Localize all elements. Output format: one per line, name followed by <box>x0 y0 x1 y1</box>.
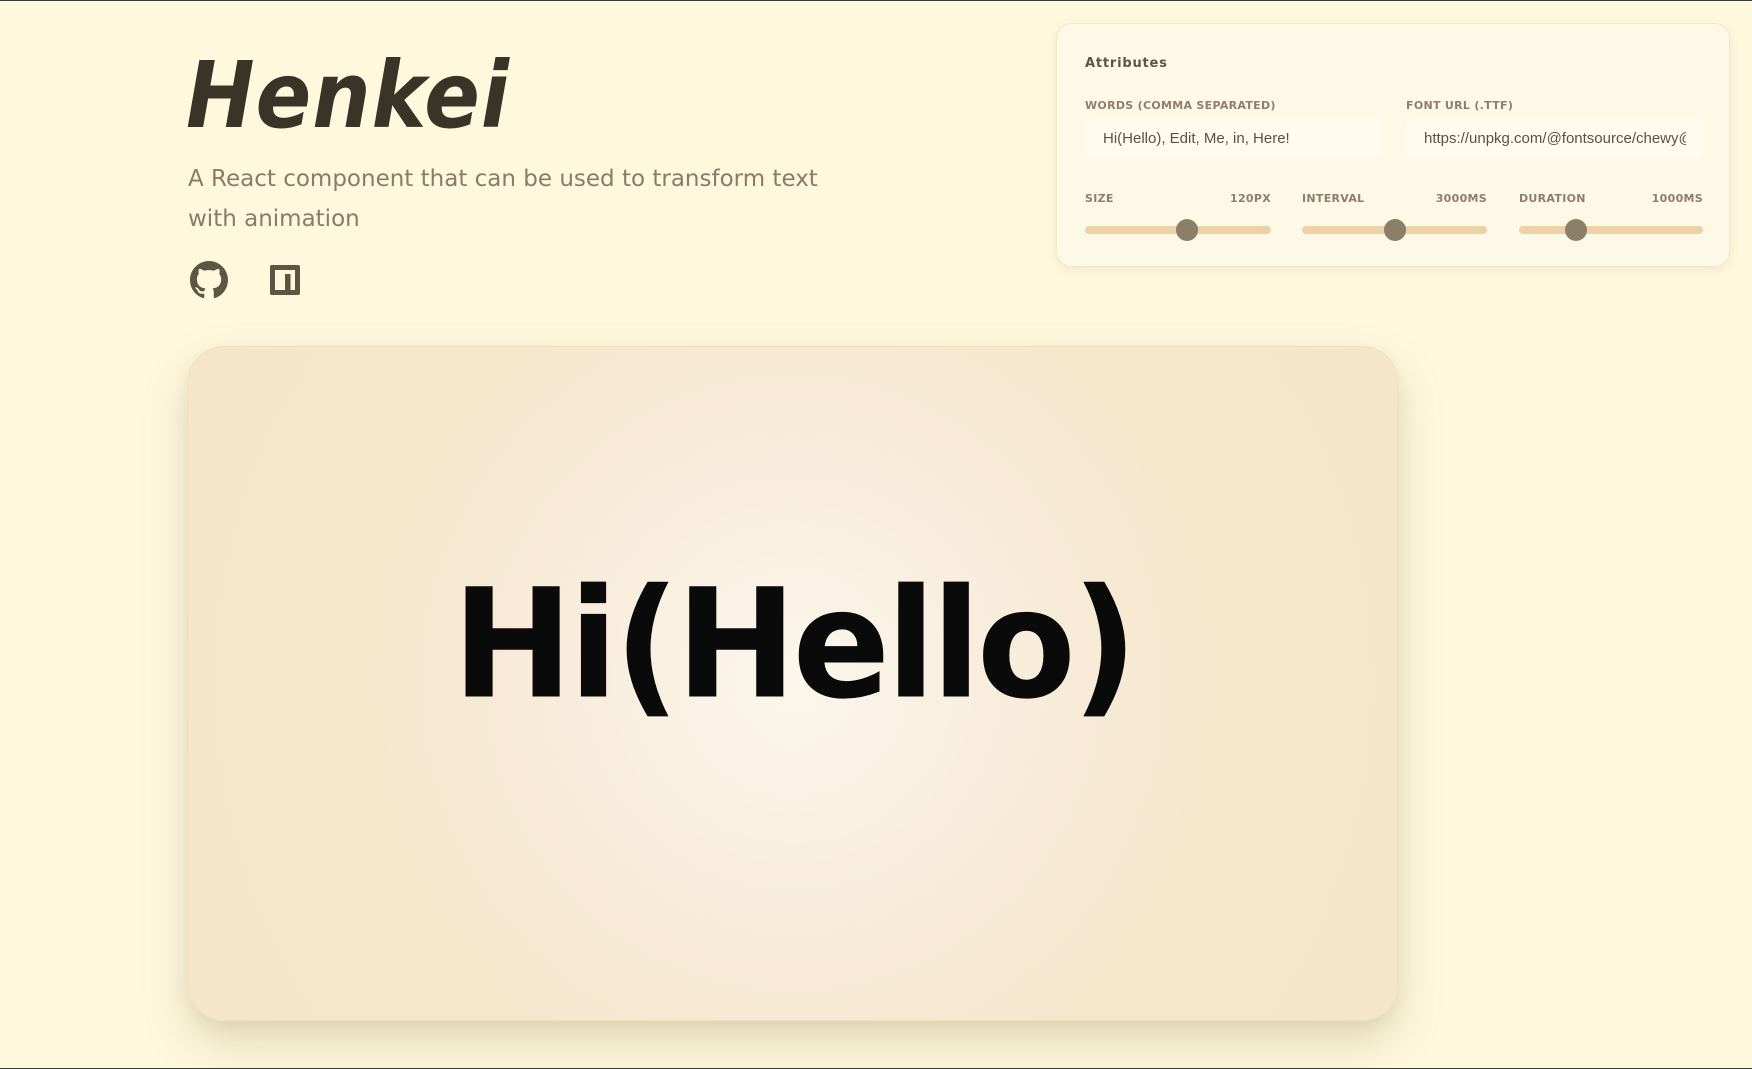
github-icon[interactable] <box>190 261 228 299</box>
duration-slider-thumb[interactable] <box>1565 219 1588 241</box>
size-value: 120PX <box>1229 192 1271 205</box>
duration-value: 1000MS <box>1651 192 1703 205</box>
attributes-title: Attributes <box>1085 56 1168 71</box>
interval-slider-header: INTERVAL 3000MS <box>1302 192 1487 205</box>
npm-icon[interactable] <box>266 261 304 299</box>
preview-card: Hi(Hello) <box>188 346 1398 1021</box>
interval-slider-thumb[interactable] <box>1383 219 1406 241</box>
page-subtitle: A React component that can be used to tr… <box>188 166 818 232</box>
size-slider-header: SIZE 120PX <box>1085 192 1271 205</box>
font-url-label: FONT URL (.TTF) <box>1406 99 1514 112</box>
size-slider[interactable] <box>1085 219 1271 241</box>
header-links <box>190 261 304 299</box>
interval-value: 3000MS <box>1435 192 1487 205</box>
preview-text: Hi(Hello) <box>452 555 1137 733</box>
font-url-input[interactable] <box>1406 118 1704 158</box>
attributes-panel: Attributes WORDS (COMMA SEPARATED) FONT … <box>1056 23 1730 267</box>
words-label: WORDS (COMMA SEPARATED) <box>1085 99 1276 112</box>
interval-label: INTERVAL <box>1302 192 1365 205</box>
interval-slider[interactable] <box>1302 219 1487 241</box>
duration-slider[interactable] <box>1519 219 1703 241</box>
duration-slider-header: DURATION 1000MS <box>1519 192 1703 205</box>
size-label: SIZE <box>1085 192 1114 205</box>
size-slider-thumb[interactable] <box>1176 219 1199 241</box>
duration-label: DURATION <box>1519 192 1586 205</box>
words-input[interactable] <box>1085 118 1383 158</box>
page-title: Henkei <box>186 43 510 150</box>
